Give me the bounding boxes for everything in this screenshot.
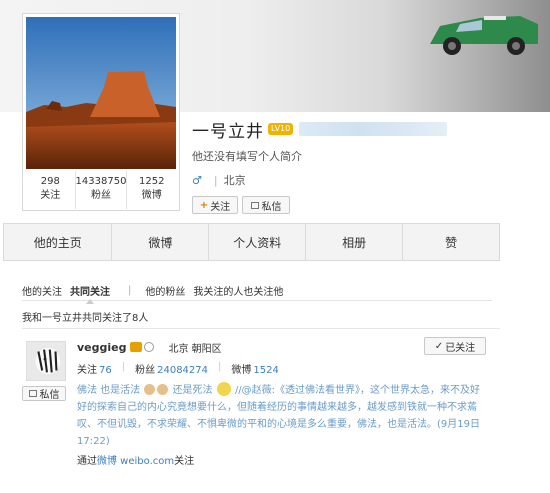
envelope-icon: [28, 390, 37, 397]
stat-fans-label: 粉丝: [91, 190, 111, 201]
count-separator: |: [218, 361, 222, 372]
tab-home[interactable]: 他的主页: [4, 224, 113, 260]
checkmark-icon: ✓: [434, 340, 444, 352]
stat-fans-value: 14338750: [75, 176, 127, 187]
entry-fans-value: 24084274: [157, 365, 209, 376]
entry-avatar[interactable]: [26, 341, 66, 381]
stat-fans[interactable]: 14338750 粉丝: [76, 171, 128, 209]
stat-weibo-value: 1252: [139, 176, 165, 187]
followed-button-label: 已关注: [445, 342, 476, 354]
tab-profile-info[interactable]: 个人资料: [209, 224, 307, 260]
post-text-part1: 佛法 也是活法: [77, 385, 141, 396]
vip-icon: [130, 342, 143, 352]
followed-button[interactable]: ✓ 已关注: [424, 337, 486, 355]
subtab-his-fans[interactable]: 他的粉丝: [145, 283, 185, 298]
subtab-separator: |: [128, 285, 132, 296]
blurred-verification: [299, 122, 448, 136]
stat-following-label: 关注: [40, 190, 61, 201]
follow-button[interactable]: + 关注: [192, 196, 238, 214]
tab-likes[interactable]: 赞: [403, 224, 499, 260]
praying-hands-icon: [144, 384, 156, 395]
name-row: 一号立井 LV10: [192, 116, 532, 142]
message-button[interactable]: 私信: [242, 196, 290, 214]
envelope-icon: [250, 201, 259, 209]
entry-location: 北京 朝阳区: [168, 343, 222, 355]
entry-name-row: veggieg 北京 朝阳区: [77, 339, 477, 355]
stat-following-value: 298: [40, 176, 60, 187]
entry-fans-label: 粉丝: [135, 365, 156, 376]
entry-message-button[interactable]: 私信: [22, 386, 66, 401]
list-item: 私信 veggieg 北京 朝阳区 关注 76 | 粉丝 24084274 | 微博…: [22, 337, 500, 487]
entry-weibo-label: 微博: [231, 365, 252, 376]
divider: [22, 328, 500, 329]
tab-album[interactable]: 相册: [306, 224, 404, 260]
entry-following-label: 关注: [77, 365, 97, 376]
male-icon: ♂: [192, 173, 202, 187]
entry-latest-post: 佛法 也是活法 还是死法 //@赵薇:《透过佛法看世界》，这个世界太急，来不及好…: [77, 382, 487, 450]
entry-username[interactable]: veggieg: [77, 341, 126, 354]
talent-icon: [144, 342, 155, 352]
via-link[interactable]: 微博 weibo.com: [97, 456, 174, 467]
praying-hands-icon: [157, 384, 169, 395]
stat-following[interactable]: 298 关注: [26, 171, 76, 209]
profile-card: 298 关注 14338750 粉丝 1252 微博: [22, 13, 180, 211]
separator: |: [213, 173, 218, 187]
profile-avatar[interactable]: [26, 17, 176, 169]
post-text-part2: 还是死法: [172, 385, 213, 396]
subtabs: 他的关注 共同关注 | 他的粉丝 我关注的人也关注他: [22, 281, 492, 304]
entry-weibo-count[interactable]: 微博 1524: [231, 361, 278, 376]
surprised-face-icon: [216, 382, 231, 396]
entry-following-count[interactable]: 关注 76: [77, 361, 112, 376]
count-separator: |: [121, 361, 126, 372]
entry-via: 通过微博 weibo.com关注: [77, 452, 477, 467]
entry-weibo-value: 1524: [253, 365, 279, 376]
entry-fans-count[interactable]: 粉丝 24084274: [135, 361, 208, 376]
entry-following-value: 76: [99, 365, 112, 376]
plus-icon: +: [199, 199, 209, 211]
entry-counts: 关注 76 | 粉丝 24084274 | 微博 1524: [77, 361, 477, 376]
entry-message-label: 私信: [39, 390, 60, 401]
entry-body: veggieg 北京 朝阳区 关注 76 | 粉丝 24084274 | 微博 152…: [77, 339, 480, 468]
subtab-common-following-label: 共同关注: [70, 287, 110, 298]
message-button-label: 私信: [261, 201, 282, 213]
profile-info: 一号立井 LV10 他还没有填写个人简介 ♂ | 北京 + 关注 私信: [192, 116, 532, 214]
profile-location[interactable]: 北京: [224, 172, 246, 188]
common-following-count: 我和一号立井共同关注了8人: [22, 313, 149, 324]
subtab-common-following[interactable]: 共同关注: [70, 283, 110, 304]
main-nav: 他的主页 微博 个人资料 相册 赞: [3, 223, 500, 261]
subtab-my-following-also[interactable]: 我关注的人也关注他: [193, 283, 283, 298]
tab-weibo[interactable]: 微博: [112, 224, 210, 260]
profile-actions: + 关注 私信: [192, 196, 532, 214]
profile-location-row: ♂ | 北京: [192, 172, 532, 188]
stat-weibo-label: 微博: [141, 190, 162, 201]
level-badge[interactable]: LV10: [268, 123, 294, 135]
car-cover-image: [430, 16, 538, 55]
stat-weibo[interactable]: 1252 微博: [127, 171, 176, 209]
profile-bio: 他还没有填写个人简介: [192, 150, 302, 163]
via-prefix: 通过: [77, 456, 97, 467]
via-suffix: 关注: [174, 456, 195, 467]
subtab-his-following[interactable]: 他的关注: [22, 283, 62, 298]
profile-stats: 298 关注 14338750 粉丝 1252 微博: [26, 171, 176, 209]
active-caret-icon: [86, 299, 94, 304]
profile-name: 一号立井: [192, 121, 264, 142]
follow-button-label: 关注: [210, 201, 231, 213]
